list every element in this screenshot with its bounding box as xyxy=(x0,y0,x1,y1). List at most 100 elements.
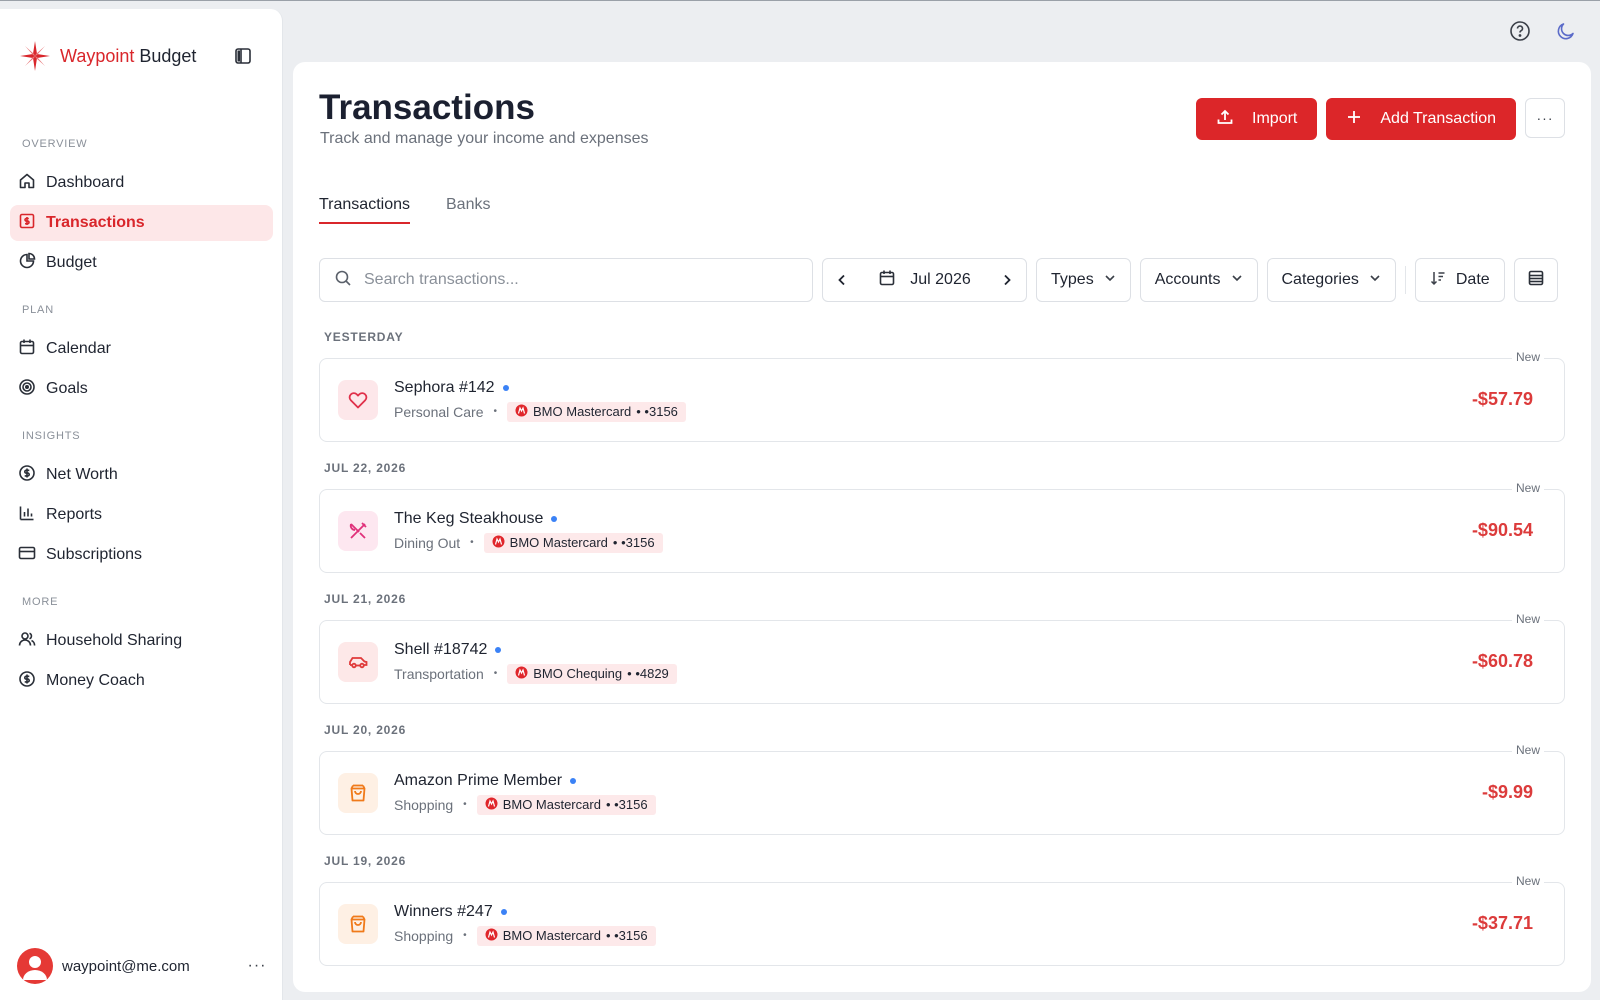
add-transaction-button[interactable]: Add Transaction xyxy=(1326,98,1516,140)
transaction-meta: Shopping • BMO Mastercard • •3156 xyxy=(394,794,656,815)
sort-label: Date xyxy=(1455,271,1490,288)
date-group-header: JUL 19, 2026 xyxy=(324,854,407,868)
transaction-row[interactable]: New The Keg Steakhouse Dining Out • BMO … xyxy=(319,481,1565,573)
help-icon[interactable] xyxy=(1508,19,1532,43)
transaction-row[interactable]: New Shell #18742 Transportation • BMO Ch… xyxy=(319,612,1565,704)
unread-dot xyxy=(495,646,502,653)
compass-logo-icon xyxy=(18,39,52,73)
brand-name: Waypoint Budget xyxy=(60,45,197,66)
target-icon xyxy=(18,378,36,401)
tab-banks[interactable]: Banks xyxy=(446,196,490,224)
account-mask: • •3156 xyxy=(636,404,678,419)
search-input[interactable] xyxy=(364,271,784,289)
user-account[interactable]: waypoint@me.com ··· xyxy=(17,947,267,985)
filter-divider xyxy=(1404,266,1406,294)
chevron-down-icon xyxy=(1231,271,1243,289)
account-chip: BMO Mastercard • •3156 xyxy=(483,532,663,553)
account-name: BMO Mastercard xyxy=(502,928,601,943)
transaction-info: Amazon Prime Member Shopping • BMO Maste… xyxy=(394,772,656,815)
transaction-meta: Shopping • BMO Mastercard • •3156 xyxy=(394,925,656,946)
transactions-list: YESTERDAY New Sephora #142 Personal Care… xyxy=(319,330,1565,966)
sidebar-item-subscriptions[interactable]: Subscriptions xyxy=(10,537,273,573)
categories-filter-dropdown[interactable]: Categories xyxy=(1266,258,1396,302)
category-label: Dining Out xyxy=(394,534,461,551)
sidebar-item-budget[interactable]: Budget xyxy=(10,245,273,281)
nav-section-title: PLAN xyxy=(22,304,54,316)
sort-date-button[interactable]: Date xyxy=(1414,258,1505,302)
category-label: Personal Care xyxy=(394,403,484,420)
merchant-name: Shell #18742 xyxy=(394,641,677,659)
sidebar-item-household-sharing[interactable]: Household Sharing xyxy=(10,623,273,659)
unread-dot xyxy=(500,908,507,915)
bank-logo-icon xyxy=(515,666,528,682)
bar-chart-icon xyxy=(18,504,36,527)
nav-section-overview: OVERVIEW Dashboard Transactions Budget xyxy=(0,137,283,281)
import-button[interactable]: Import xyxy=(1196,98,1318,140)
date-group-header: YESTERDAY xyxy=(324,330,404,344)
sidebar-item-net-worth[interactable]: Net Worth xyxy=(10,457,273,493)
transaction-row[interactable]: New Winners #247 Shopping • BMO Masterca… xyxy=(319,874,1565,966)
sidebar-item-transactions[interactable]: Transactions xyxy=(10,205,273,241)
transaction-meta: Transportation • BMO Chequing • •4829 xyxy=(394,663,677,684)
sort-icon xyxy=(1430,270,1446,291)
bank-logo-icon xyxy=(485,797,498,813)
user-more-icon[interactable]: ··· xyxy=(247,957,267,975)
pie-chart-icon xyxy=(18,252,36,275)
accounts-filter-dropdown[interactable]: Accounts xyxy=(1139,258,1258,302)
meta-separator: • xyxy=(493,406,498,417)
transaction-info: The Keg Steakhouse Dining Out • BMO Mast… xyxy=(394,510,663,553)
upload-icon xyxy=(1216,108,1234,131)
nav-section-title: OVERVIEW xyxy=(22,138,88,150)
sidebar-item-label: Household Sharing xyxy=(46,632,183,649)
sidebar-item-dashboard[interactable]: Dashboard xyxy=(10,165,273,201)
category-label: Shopping xyxy=(394,927,454,944)
account-mask: • •4829 xyxy=(627,666,669,681)
meta-separator: • xyxy=(463,799,467,810)
account-name: BMO Mastercard xyxy=(502,797,601,812)
chevron-left-icon[interactable] xyxy=(835,273,849,287)
sidebar-item-goals[interactable]: Goals xyxy=(10,371,273,407)
calendar-icon xyxy=(18,338,36,361)
types-filter-dropdown[interactable]: Types xyxy=(1036,258,1131,302)
dollar-circle-icon xyxy=(18,464,36,487)
account-mask: • •3156 xyxy=(605,797,648,812)
user-email: waypoint@me.com xyxy=(62,957,190,975)
car-icon xyxy=(338,642,378,682)
date-group-header: JUL 21, 2026 xyxy=(324,592,407,606)
view-toggle-button[interactable] xyxy=(1513,258,1558,302)
coin-icon xyxy=(18,670,36,693)
sidebar-item-reports[interactable]: Reports xyxy=(10,497,273,533)
utensils-icon xyxy=(338,511,378,551)
dark-mode-moon-icon[interactable] xyxy=(1554,19,1578,43)
sidebar-item-money-coach[interactable]: Money Coach xyxy=(10,663,273,699)
brand[interactable]: Waypoint Budget xyxy=(18,39,196,73)
sidebar-toggle-icon[interactable] xyxy=(232,45,254,67)
nav-section-title: MORE xyxy=(22,596,59,608)
avatar[interactable] xyxy=(17,948,53,984)
month-display[interactable]: Jul 2026 xyxy=(878,269,971,292)
main-panel: Transactions Track and manage your incom… xyxy=(293,62,1591,992)
account-chip: BMO Mastercard • •3156 xyxy=(476,794,656,815)
chevron-right-icon[interactable] xyxy=(1000,273,1014,287)
new-badge: New xyxy=(1511,612,1544,626)
transaction-info: Sephora #142 Personal Care • BMO Masterc… xyxy=(394,379,686,422)
sidebar-item-calendar[interactable]: Calendar xyxy=(10,331,273,367)
more-options-button[interactable]: ··· xyxy=(1525,98,1565,138)
list-view-icon xyxy=(1527,269,1545,292)
tab-transactions[interactable]: Transactions xyxy=(319,196,410,224)
transaction-row[interactable]: New Amazon Prime Member Shopping • BMO M… xyxy=(319,743,1565,835)
sidebar-item-label: Subscriptions xyxy=(46,546,143,563)
search-box[interactable] xyxy=(319,258,813,302)
users-icon xyxy=(18,630,36,653)
home-icon xyxy=(18,172,36,195)
new-badge: New xyxy=(1511,481,1544,495)
transaction-amount: -$57.79 xyxy=(1471,389,1533,409)
header-actions: Import Add Transaction ··· xyxy=(1196,98,1565,140)
credit-card-icon xyxy=(18,544,36,567)
bank-logo-icon xyxy=(515,404,528,420)
date-group-header: JUL 20, 2026 xyxy=(324,723,407,737)
bank-logo-icon xyxy=(485,928,498,944)
transaction-row[interactable]: New Sephora #142 Personal Care • BMO Mas… xyxy=(319,350,1565,442)
nav-section-plan: PLAN Calendar Goals xyxy=(0,303,283,407)
merchant-name: Sephora #142 xyxy=(394,379,686,397)
